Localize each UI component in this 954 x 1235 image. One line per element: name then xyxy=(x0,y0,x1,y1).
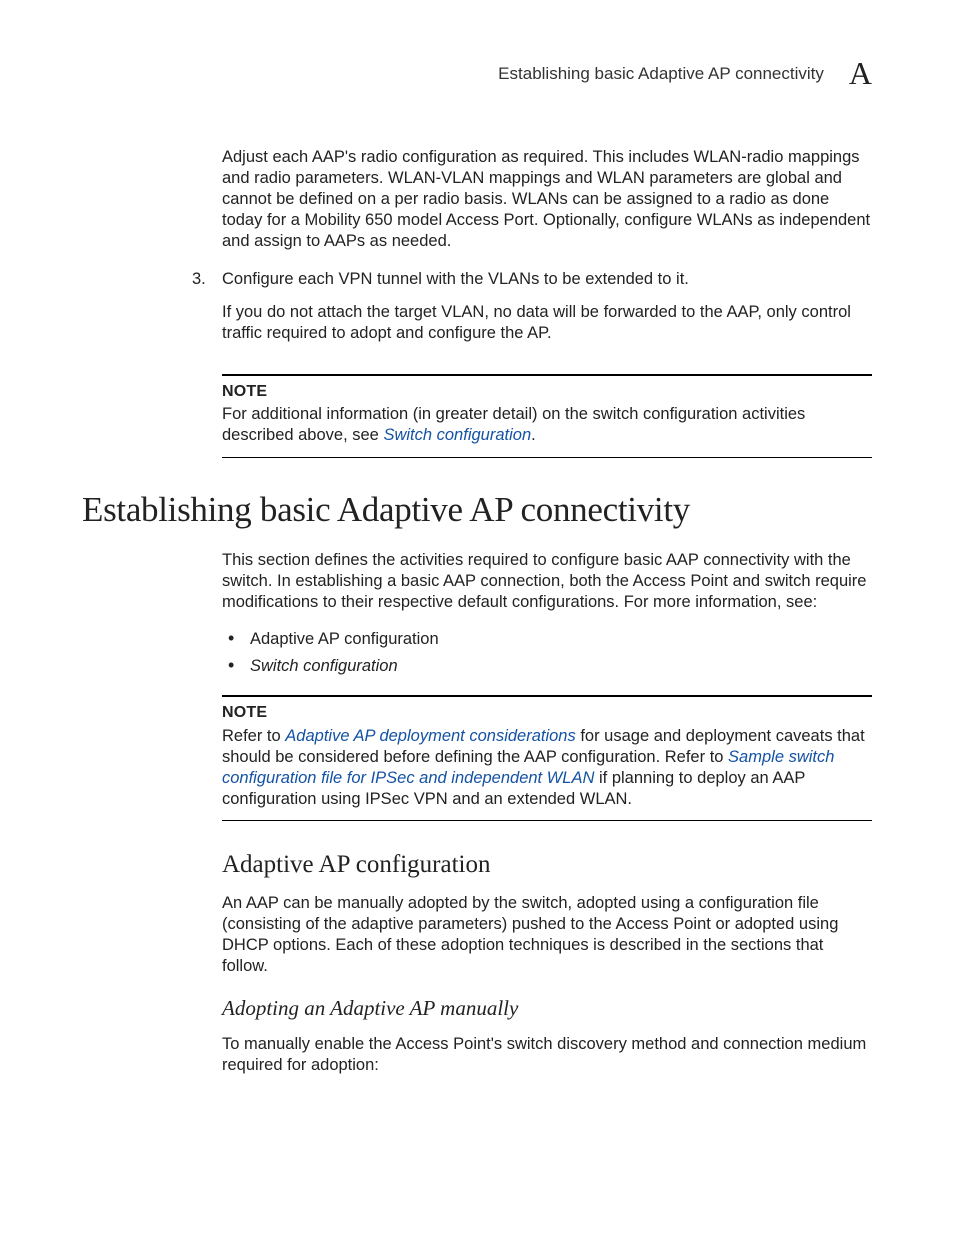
bullet-1-text: Adaptive AP configuration xyxy=(250,630,439,648)
step-text-1: Configure each VPN tunnel with the VLANs… xyxy=(222,269,872,290)
continuation-paragraph: Adjust each AAP's radio configuration as… xyxy=(222,147,872,253)
h3-paragraph: To manually enable the Access Point's sw… xyxy=(222,1034,872,1076)
section-body: This section defines the activities requ… xyxy=(222,550,872,1077)
link-aap-deployment-considerations[interactable]: Adaptive AP deployment considerations xyxy=(285,727,575,745)
step-number: 3. xyxy=(192,269,222,356)
list-item: Switch configuration xyxy=(222,656,872,677)
heading-1: Establishing basic Adaptive AP connectiv… xyxy=(82,490,872,530)
note-text: For additional information (in greater d… xyxy=(222,404,872,446)
step-text-2: If you do not attach the target VLAN, no… xyxy=(222,302,872,344)
step-body: Configure each VPN tunnel with the VLANs… xyxy=(222,269,872,356)
note-label: NOTE xyxy=(222,382,872,402)
running-header: Establishing basic Adaptive AP connectiv… xyxy=(82,55,872,92)
ordered-step-3: 3. Configure each VPN tunnel with the VL… xyxy=(192,269,872,356)
aap-config-paragraph: An AAP can be manually adopted by the sw… xyxy=(222,893,872,977)
note1-post: . xyxy=(531,426,536,444)
section-intro-paragraph: This section defines the activities requ… xyxy=(222,550,872,613)
appendix-letter: A xyxy=(849,55,872,92)
note-block-2: NOTE Refer to Adaptive AP deployment con… xyxy=(222,695,872,821)
note-label: NOTE xyxy=(222,703,872,723)
note2-pre: Refer to xyxy=(222,727,285,745)
list-item: Adaptive AP configuration xyxy=(222,629,872,650)
heading-3: Adopting an Adaptive AP manually xyxy=(222,995,872,1022)
running-title: Establishing basic Adaptive AP connectiv… xyxy=(498,64,824,84)
heading-2: Adaptive AP configuration xyxy=(222,849,872,881)
bullet-list: Adaptive AP configuration Switch configu… xyxy=(222,629,872,677)
bullet-2-text: Switch configuration xyxy=(250,657,398,675)
body-column: Adjust each AAP's radio configuration as… xyxy=(222,147,872,458)
document-page: Establishing basic Adaptive AP connectiv… xyxy=(0,0,954,1235)
note-text: Refer to Adaptive AP deployment consider… xyxy=(222,726,872,810)
note-block-1: NOTE For additional information (in grea… xyxy=(222,374,872,458)
link-switch-configuration[interactable]: Switch configuration xyxy=(383,426,531,444)
